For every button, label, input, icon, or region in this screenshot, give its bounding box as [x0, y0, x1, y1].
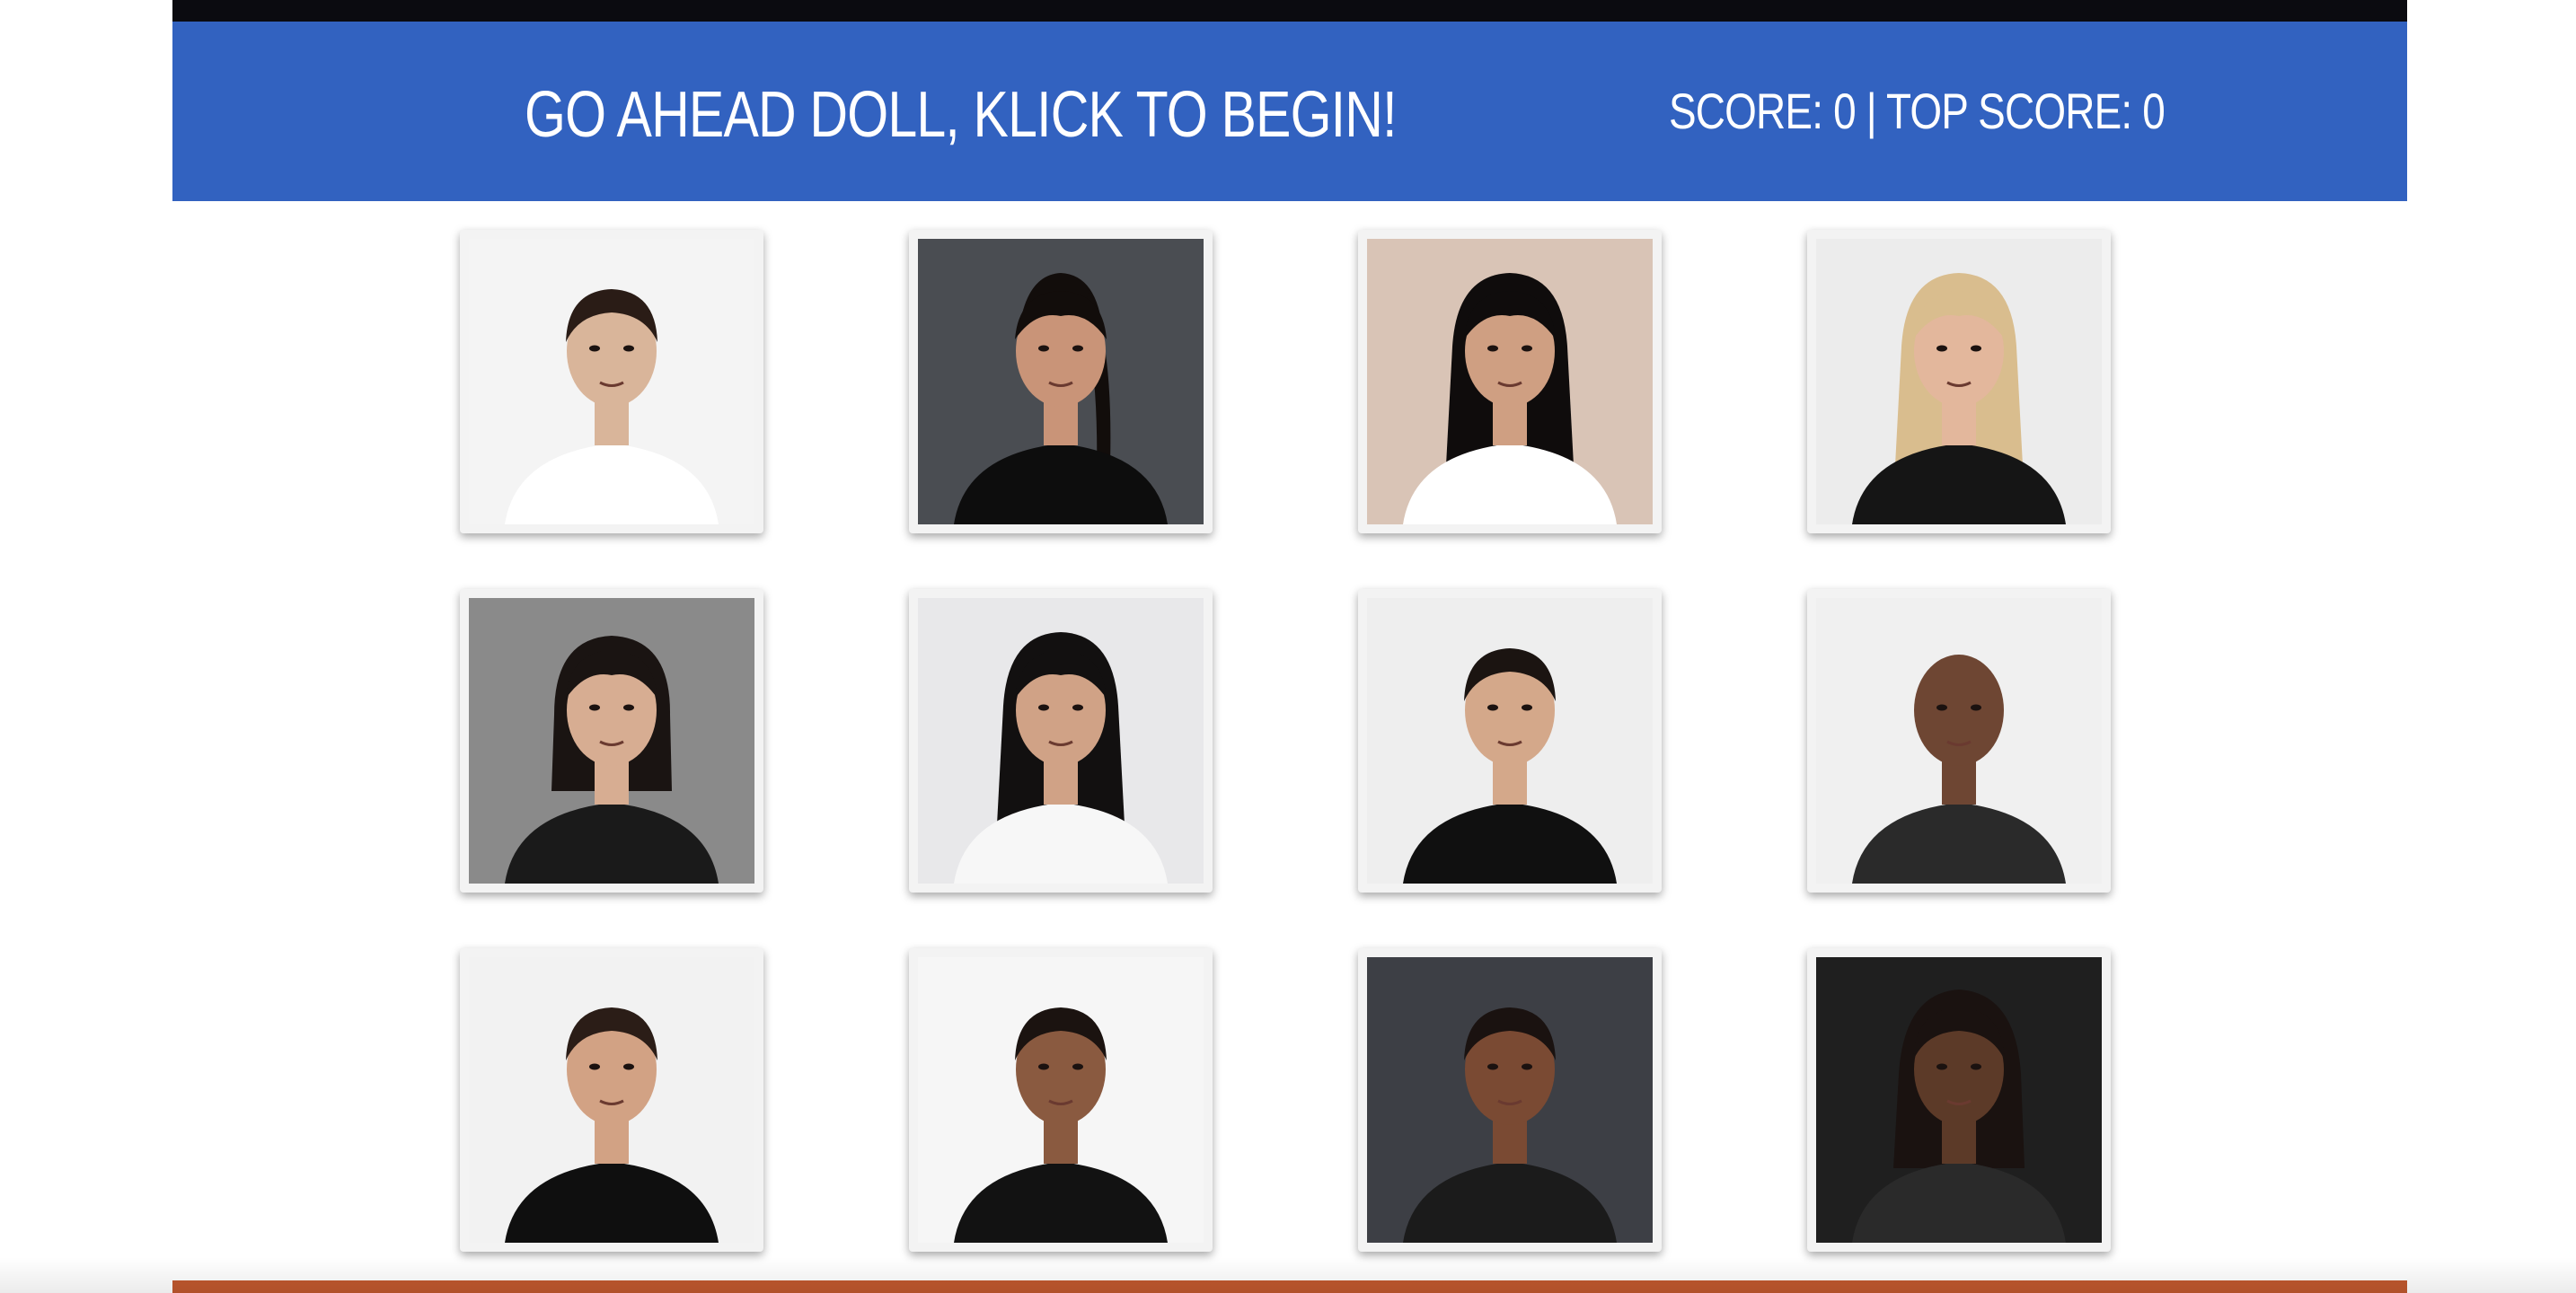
image-card[interactable] — [909, 948, 1213, 1252]
image-card[interactable] — [460, 230, 763, 533]
portrait-photo — [1367, 239, 1653, 524]
score-label: SCORE: — [1669, 83, 1823, 139]
image-card[interactable] — [1807, 230, 2111, 533]
portrait-photo — [1816, 957, 2102, 1243]
image-card[interactable] — [1807, 589, 2111, 893]
image-card[interactable] — [1807, 948, 2111, 1252]
image-card[interactable] — [460, 589, 763, 893]
portrait-photo — [918, 957, 1204, 1243]
portrait-photo — [1367, 598, 1653, 884]
portrait-photo — [918, 598, 1204, 884]
portrait-photo — [469, 957, 754, 1243]
portrait-photo — [469, 598, 754, 884]
image-card[interactable] — [909, 589, 1213, 893]
portrait-photo — [918, 239, 1204, 524]
header: GO AHEAD DOLL, KLICK TO BEGIN! SCORE: 0 … — [172, 22, 2407, 201]
top-score-value: 0 — [2142, 83, 2166, 139]
image-card[interactable] — [1358, 948, 1662, 1252]
top-bar — [172, 0, 2407, 22]
portrait-photo — [1816, 239, 2102, 524]
score-separator: | — [1866, 83, 1877, 139]
start-message[interactable]: GO AHEAD DOLL, KLICK TO BEGIN! — [525, 79, 1397, 151]
image-card[interactable] — [909, 230, 1213, 533]
portrait-photo — [469, 239, 754, 524]
score-value: 0 — [1833, 83, 1857, 139]
image-card[interactable] — [1358, 230, 1662, 533]
score-display: SCORE: 0 | TOP SCORE: 0 — [1669, 81, 2166, 142]
portrait-photo — [1367, 957, 1653, 1243]
page-frame: GO AHEAD DOLL, KLICK TO BEGIN! SCORE: 0 … — [172, 0, 2407, 1293]
footer-bar — [172, 1280, 2407, 1293]
image-card[interactable] — [1358, 589, 1662, 893]
image-card[interactable] — [460, 948, 763, 1252]
top-score-label: TOP SCORE: — [1885, 83, 2132, 139]
portrait-photo — [1816, 598, 2102, 884]
